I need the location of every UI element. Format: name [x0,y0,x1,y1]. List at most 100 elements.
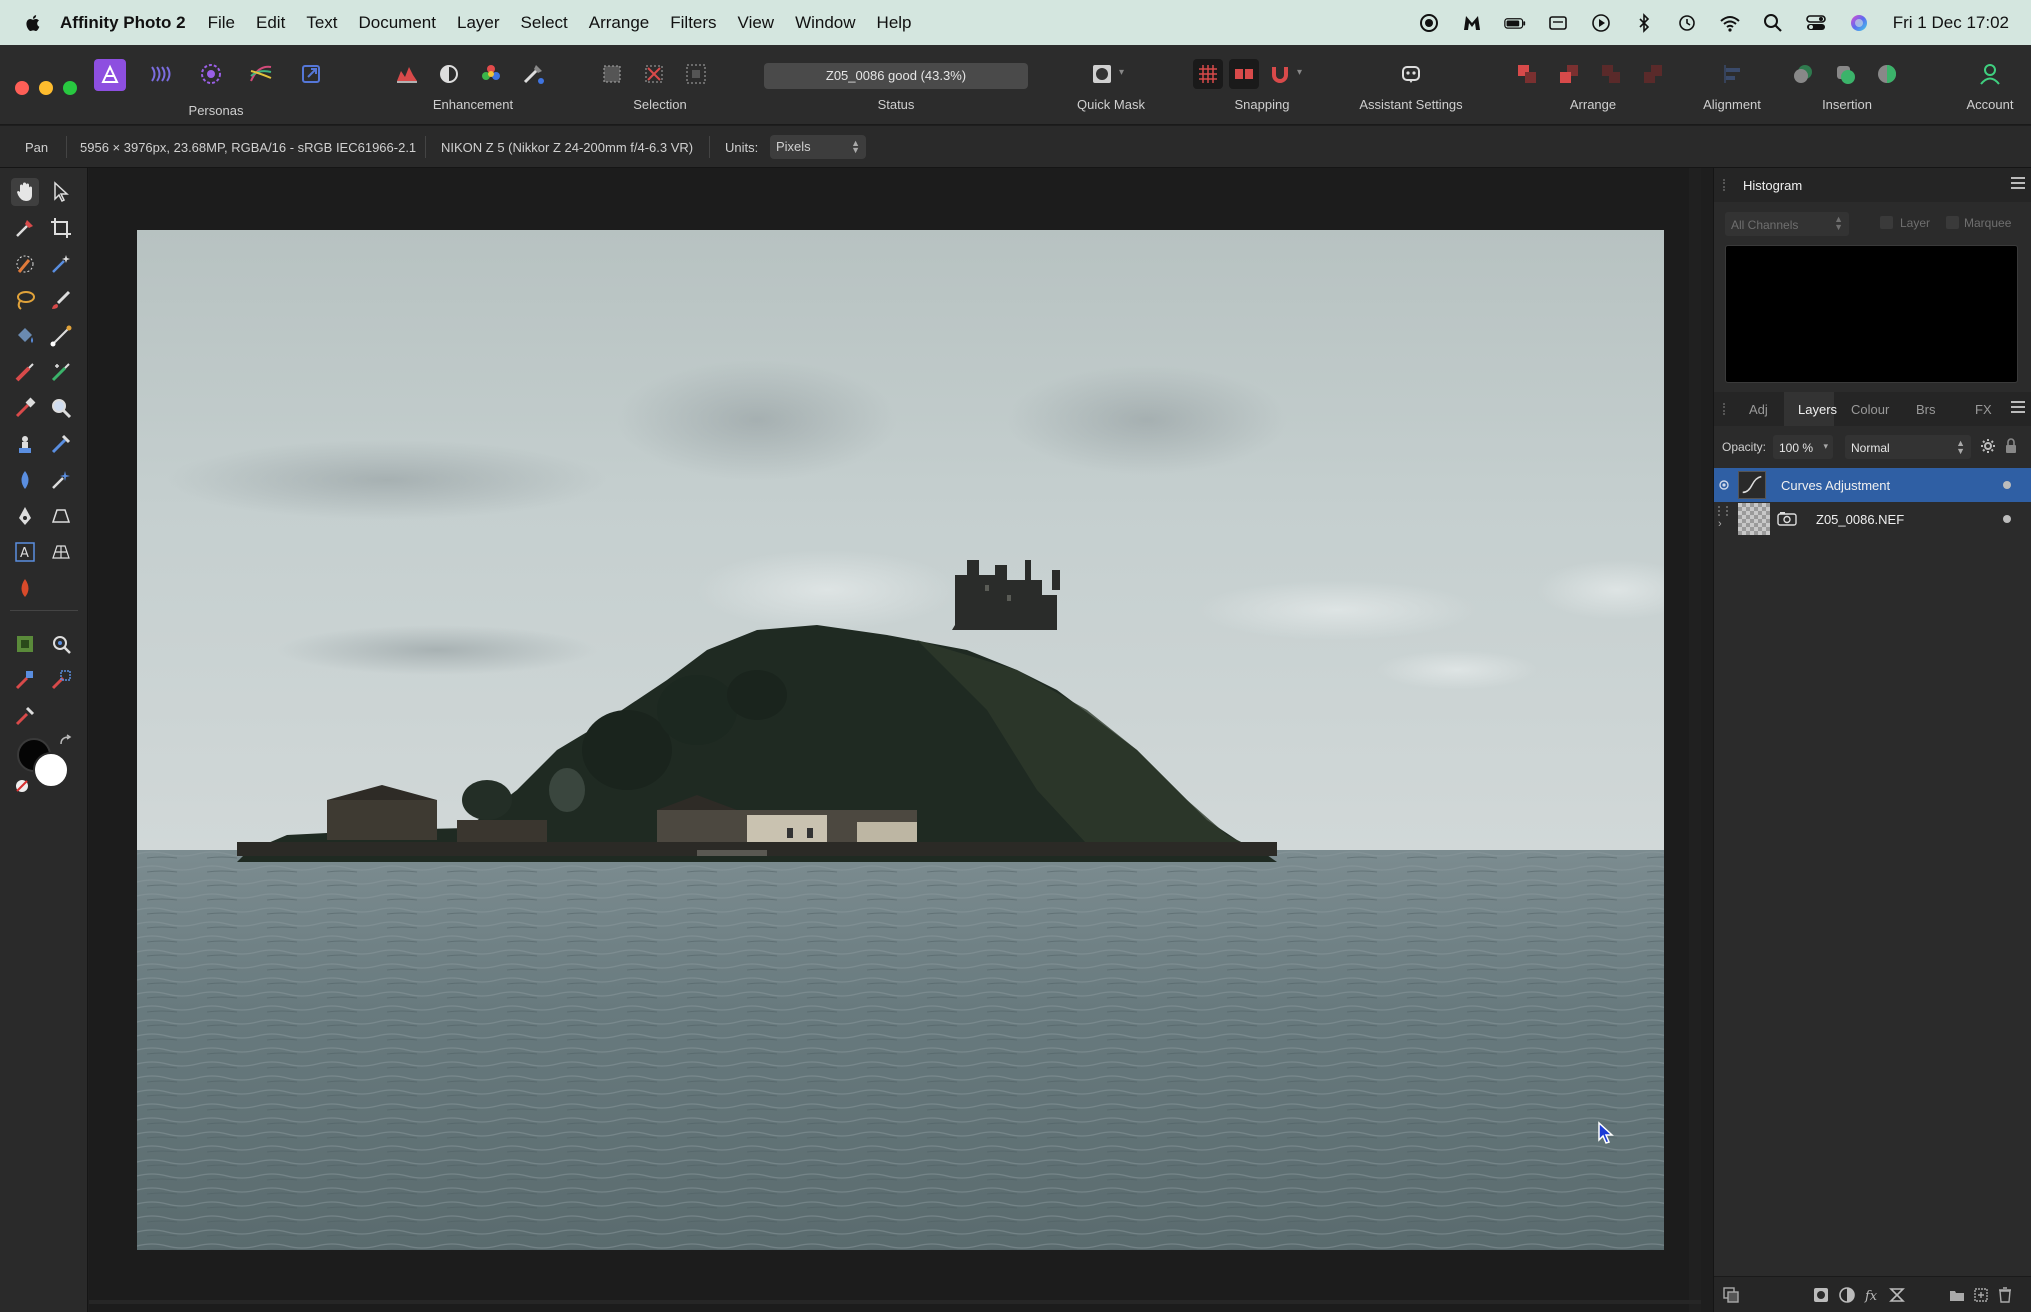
tab-histogram[interactable]: Histogram [1743,178,1802,193]
move-to-back-icon[interactable] [1512,59,1542,89]
flood-fill-tool-icon[interactable] [11,322,39,350]
swap-colours-icon[interactable] [58,734,74,750]
menu-filters[interactable]: Filters [670,13,716,33]
app-menu[interactable]: Affinity Photo 2 [60,13,186,33]
quick-mask-dropdown-icon[interactable]: ▾ [1119,67,1124,89]
histogram-menu-icon[interactable] [2011,177,2025,189]
snapping-dropdown-icon[interactable]: ▾ [1297,67,1302,89]
document-photo[interactable] [137,230,1664,1250]
layer-row[interactable]: › Z05_0086.NEF [1714,502,2031,536]
insert-top-icon[interactable] [1830,59,1860,89]
insert-inside-icon[interactable] [1872,59,1902,89]
layers-menu-icon[interactable] [2011,401,2025,413]
shape-tool-icon[interactable] [47,502,75,530]
erase-brush-tool-icon[interactable] [11,394,39,422]
frequency-tool-icon[interactable] [11,630,39,658]
play-icon[interactable] [1590,12,1612,34]
menu-select[interactable]: Select [521,13,568,33]
move-forward-one-icon[interactable] [1596,59,1626,89]
deselect-icon[interactable] [639,59,669,89]
photo-persona-icon[interactable] [94,59,126,91]
menu-document[interactable]: Document [359,13,436,33]
move-back-one-icon[interactable] [1554,59,1584,89]
snapping-magnet-icon[interactable] [1265,59,1295,89]
minimize-window-button[interactable] [39,81,53,95]
panel-grip-icon[interactable] [1723,179,1729,191]
secondary-colour-well[interactable] [33,752,69,788]
opacity-field[interactable]: 100 % ▾ [1773,435,1833,459]
apple-icon[interactable] [22,12,44,34]
zoom-window-button[interactable] [63,81,77,95]
move-to-front-icon[interactable] [1638,59,1668,89]
gradient-tool-icon[interactable] [47,322,75,350]
menu-window[interactable]: Window [795,13,855,33]
menu-edit[interactable]: Edit [256,13,285,33]
tab-colour[interactable]: Colour [1851,402,1889,417]
tab-brushes[interactable]: Brs [1916,402,1936,417]
select-all-icon[interactable] [597,59,627,89]
menu-help[interactable]: Help [877,13,912,33]
menu-arrange[interactable]: Arrange [589,13,649,33]
layer-expand-chevron-icon[interactable]: › [1718,518,1722,530]
paint-brush-tool-icon[interactable] [47,286,75,314]
menu-text[interactable]: Text [306,13,337,33]
adjustments-icon[interactable] [1838,1286,1856,1304]
canvas-horizontal-scrollbar[interactable] [89,1300,1701,1304]
histogram-channel-select[interactable]: All Channels ▲ ▼ [1725,212,1849,236]
export-persona-icon[interactable] [296,59,326,89]
delete-layer-icon[interactable] [1996,1286,2014,1304]
units-select[interactable]: Pixels ▲ ▼ [770,135,866,159]
layer-visibility-icon[interactable] [1719,480,1729,490]
text-tool-icon[interactable]: A [11,538,39,566]
layer-row[interactable]: Curves Adjustment [1714,468,2031,502]
account-icon[interactable] [1975,59,2005,89]
siri-icon[interactable] [1848,12,1870,34]
colour-picker-tool-icon[interactable] [11,214,39,242]
dodge-brush-tool-icon[interactable] [11,466,39,494]
spotlight-search-icon[interactable] [1762,12,1784,34]
effects-icon[interactable] [1888,1286,1906,1304]
arrange-layers-icon[interactable] [1722,1286,1740,1304]
close-window-button[interactable] [15,81,29,95]
bluetooth-icon[interactable] [1633,12,1655,34]
assistant-settings-icon[interactable] [1396,59,1426,89]
invert-selection-icon[interactable] [681,59,711,89]
menu-view[interactable]: View [738,13,775,33]
zoom-tool-icon[interactable] [47,394,75,422]
canvas-vertical-scrollbar[interactable] [1689,168,1701,1312]
clone-brush-tool-icon[interactable] [11,430,39,458]
crop-tool-icon[interactable] [47,214,75,242]
menu-file[interactable]: File [208,13,235,33]
add-pixel-layer-icon[interactable] [1972,1286,1990,1304]
histogram-marquee-checkbox[interactable] [1946,216,1959,229]
freehand-selection-tool-icon[interactable] [11,286,39,314]
menu-layer[interactable]: Layer [457,13,500,33]
healing-brush-tool-icon[interactable] [47,358,75,386]
record-icon[interactable] [1418,12,1440,34]
blemish-removal-tool-icon[interactable] [47,666,75,694]
liquify-persona-icon[interactable] [146,59,176,89]
blend-mode-select[interactable]: Normal ▲ ▼ [1845,435,1971,459]
smudge-brush-tool-icon[interactable] [47,430,75,458]
layer-visible-dot[interactable] [2003,515,2011,523]
tab-adjustments[interactable]: Adj [1749,402,1768,417]
quick-mask-icon[interactable] [1087,59,1117,89]
insert-behind-icon[interactable] [1788,59,1818,89]
no-fill-icon[interactable] [15,779,29,793]
red-eye-tool-icon[interactable] [47,466,75,494]
layer-drag-handle[interactable] [1718,506,1728,516]
tab-fx[interactable]: FX [1975,402,1992,417]
panel-grip-icon[interactable] [1723,403,1729,415]
menubar-clock[interactable]: Fri 1 Dec 17:02 [1893,13,2009,33]
view-tool-icon[interactable] [11,178,39,206]
inpainting-tool-icon[interactable] [47,630,75,658]
alignment-icon[interactable] [1718,59,1748,89]
battery-icon[interactable] [1503,12,1526,34]
selection-brush-tool-icon[interactable] [11,250,39,278]
pen-tool-icon[interactable] [11,502,39,530]
layer-visible-dot[interactable] [2003,481,2011,489]
mesh-warp-tool-icon[interactable] [47,538,75,566]
lock-icon[interactable] [2004,438,2018,454]
layer-settings-gear-icon[interactable] [1980,438,1996,454]
tab-layers[interactable]: Layers [1798,402,1837,417]
